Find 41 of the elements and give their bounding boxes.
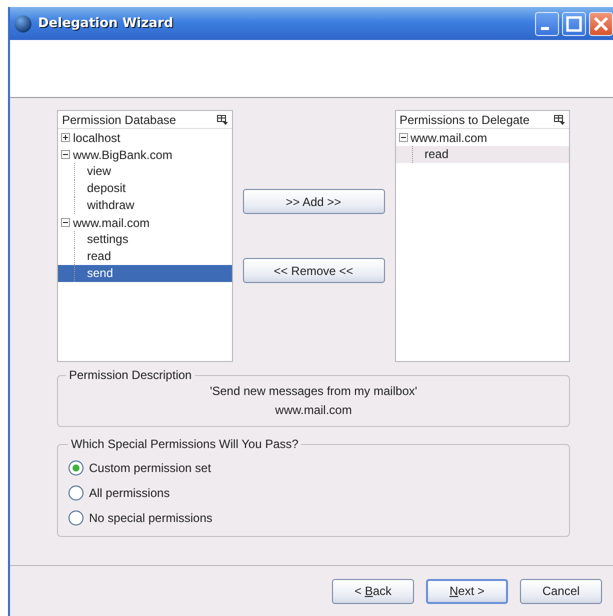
expand-icon[interactable] (61, 133, 70, 142)
tree-node[interactable]: view (58, 163, 232, 180)
back-button[interactable]: < Back (332, 578, 414, 604)
add-button[interactable]: >> Add >> (242, 189, 384, 214)
next-button[interactable]: Next > (426, 578, 508, 604)
group-title: Which Special Permissions Will You Pass? (70, 437, 300, 451)
tree-node[interactable]: read (396, 146, 569, 163)
description-text: 'Send new messages from my mailbox' (208, 383, 418, 400)
radio-option[interactable]: Custom permission set (68, 455, 559, 480)
collapse-icon[interactable] (61, 150, 70, 159)
column-picker-icon[interactable] (554, 114, 565, 124)
radio-button[interactable] (68, 510, 84, 526)
tree-node[interactable]: www.BigBank.com (58, 146, 232, 163)
cancel-button[interactable]: Cancel (520, 578, 602, 604)
description-site: www.mail.com (274, 402, 353, 419)
minimize-icon (541, 27, 549, 30)
collapse-icon[interactable] (61, 218, 70, 227)
radio-button[interactable] (68, 484, 84, 500)
remove-button[interactable]: << Remove << (242, 258, 384, 283)
globe-icon (14, 14, 32, 32)
window-title: Delegation Wizard (38, 16, 174, 31)
minimize-button[interactable] (535, 12, 559, 36)
radio-option[interactable]: No special permissions (68, 505, 559, 530)
column-header: Permissions to Delegate (400, 112, 530, 126)
close-button[interactable] (589, 12, 613, 36)
tree-node[interactable]: send (58, 265, 232, 282)
close-icon (593, 16, 609, 32)
tree-node[interactable]: withdraw (58, 197, 232, 214)
maximize-button[interactable] (562, 12, 586, 36)
radio-option[interactable]: All permissions (68, 480, 559, 505)
tree-node[interactable]: settings (58, 231, 232, 248)
tree-node[interactable]: deposit (58, 180, 232, 197)
column-picker-icon[interactable] (216, 114, 228, 124)
column-header: Permission Database (62, 112, 176, 126)
radio-button[interactable] (68, 460, 84, 476)
tree-node[interactable]: www.mail.com (396, 129, 569, 146)
tree-node[interactable]: www.mail.com (58, 214, 232, 231)
collapse-icon[interactable] (398, 133, 408, 142)
group-title: Permission Description (68, 368, 193, 382)
maximize-icon (566, 16, 582, 32)
tree-node[interactable]: localhost (58, 129, 232, 146)
